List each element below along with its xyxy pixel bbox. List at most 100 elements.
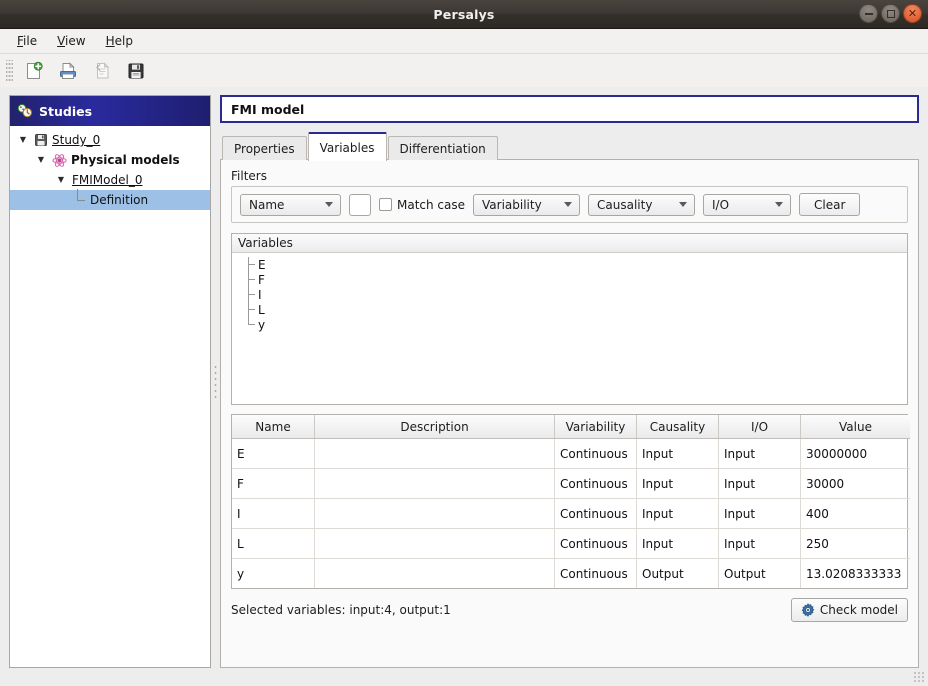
- match-case-checkbox-wrap[interactable]: Match case: [379, 198, 465, 212]
- filter-io-combo-value: I/O: [712, 198, 729, 212]
- variables-tree-item[interactable]: F: [244, 272, 907, 287]
- tab-properties[interactable]: Properties: [222, 136, 307, 160]
- variables-tree-item[interactable]: L: [244, 302, 907, 317]
- tree-item-fmimodel-0[interactable]: ▼ FMIModel_0: [10, 170, 210, 190]
- table-row[interactable]: E Continuous Input Input 30000000: [232, 439, 910, 469]
- gear-icon: [801, 603, 815, 617]
- minimize-button[interactable]: [859, 4, 878, 23]
- variables-tree-item[interactable]: y: [244, 317, 907, 332]
- variables-tree-item[interactable]: E: [244, 257, 907, 272]
- filter-search-input[interactable]: [349, 194, 371, 216]
- toolbar: [0, 54, 928, 89]
- clear-filters-label: Clear: [814, 198, 845, 212]
- cell-io: Input: [719, 499, 801, 529]
- menu-file[interactable]: File: [9, 31, 45, 51]
- filter-field-combo[interactable]: Name: [240, 194, 341, 216]
- column-header-value[interactable]: Value: [801, 415, 911, 439]
- menu-help-mnemonic: H: [106, 34, 115, 48]
- maximize-button[interactable]: [881, 4, 900, 23]
- column-header-variability[interactable]: Variability: [555, 415, 637, 439]
- filter-io-combo[interactable]: I/O: [703, 194, 791, 216]
- tree-line: [244, 287, 258, 302]
- variables-tree-item-label: y: [258, 318, 265, 332]
- tab-properties-label: Properties: [234, 142, 295, 156]
- cell-io: Input: [719, 439, 801, 469]
- variables-tree-list: E F I L y: [232, 253, 907, 332]
- tab-differentiation-label: Differentiation: [400, 142, 486, 156]
- filter-variability-combo[interactable]: Variability: [473, 194, 580, 216]
- tree-item-definition[interactable]: Definition: [10, 190, 210, 210]
- window-title: Persalys: [433, 7, 494, 22]
- column-header-description[interactable]: Description: [315, 415, 555, 439]
- tree-item-study-0[interactable]: ▼ Study_0: [10, 130, 210, 150]
- atom-icon: [52, 153, 67, 168]
- fmimodel-0-twisty[interactable]: ▼: [54, 176, 68, 184]
- tree-line: [244, 302, 258, 317]
- physical-models-twisty[interactable]: ▼: [34, 156, 48, 164]
- menu-help[interactable]: Help: [98, 31, 141, 51]
- cell-variability: Continuous: [555, 529, 637, 559]
- floppy-icon: [34, 133, 48, 147]
- study-0-twisty[interactable]: ▼: [16, 136, 30, 144]
- variables-tree-item-label: E: [258, 258, 266, 272]
- tree-line: [244, 317, 258, 332]
- tree-item-physical-models-label: Physical models: [71, 153, 180, 167]
- table-header-row: Name Description Variability Causality I…: [232, 415, 910, 439]
- menu-file-rest: ile: [23, 34, 37, 48]
- table-row[interactable]: F Continuous Input Input 30000: [232, 469, 910, 499]
- menu-help-rest: elp: [115, 34, 133, 48]
- variables-tree-item-label: F: [258, 273, 265, 287]
- model-panel: FMI model Properties Variables Different…: [220, 95, 919, 668]
- studies-header: Studies: [10, 96, 210, 126]
- cell-value: 400: [801, 499, 911, 529]
- menu-view-mnemonic: V: [57, 34, 65, 48]
- variables-table: Name Description Variability Causality I…: [232, 415, 910, 588]
- variables-tree-header-label: Variables: [238, 236, 293, 250]
- tab-differentiation[interactable]: Differentiation: [388, 136, 498, 160]
- splitter-grip[interactable]: [214, 364, 217, 400]
- cell-value: 13.0208333333: [801, 559, 911, 589]
- window-resize-grip[interactable]: [913, 671, 925, 683]
- open-study-button[interactable]: [52, 56, 84, 86]
- table-row[interactable]: y Continuous Output Output 13.0208333333: [232, 559, 910, 589]
- page-title: FMI model: [220, 95, 919, 123]
- variables-tree-item[interactable]: I: [244, 287, 907, 302]
- import-script-button[interactable]: [86, 56, 118, 86]
- menu-view[interactable]: View: [49, 31, 93, 51]
- cell-description: [315, 499, 555, 529]
- variables-footer: Selected variables: input:4, output:1 Ch…: [231, 598, 908, 622]
- clear-filters-button[interactable]: Clear: [799, 193, 860, 216]
- cell-causality: Input: [637, 469, 719, 499]
- column-header-name[interactable]: Name: [232, 415, 315, 439]
- save-study-button[interactable]: [120, 56, 152, 86]
- cell-causality: Input: [637, 499, 719, 529]
- tab-variables[interactable]: Variables: [308, 132, 387, 161]
- cell-variability: Continuous: [555, 559, 637, 589]
- column-header-io[interactable]: I/O: [719, 415, 801, 439]
- pane-splitter[interactable]: [211, 95, 220, 668]
- column-header-causality[interactable]: Causality: [637, 415, 719, 439]
- close-button[interactable]: ✕: [903, 4, 922, 23]
- variables-tree-box: Variables E F I: [231, 233, 908, 405]
- cell-causality: Input: [637, 529, 719, 559]
- cell-value: 30000: [801, 469, 911, 499]
- new-study-button[interactable]: [18, 56, 50, 86]
- save-study-icon: [126, 61, 146, 81]
- chevron-down-icon: [679, 202, 687, 207]
- studies-tree: ▼ Study_0 ▼: [10, 126, 210, 667]
- check-model-button[interactable]: Check model: [791, 598, 908, 622]
- table-row[interactable]: L Continuous Input Input 250: [232, 529, 910, 559]
- variables-tree-item-label: L: [258, 303, 265, 317]
- filter-causality-combo[interactable]: Causality: [588, 194, 695, 216]
- table-row[interactable]: I Continuous Input Input 400: [232, 499, 910, 529]
- match-case-checkbox[interactable]: [379, 198, 392, 211]
- cell-description: [315, 529, 555, 559]
- filter-field-combo-value: Name: [249, 198, 284, 212]
- toolbar-drag-handle[interactable]: [6, 60, 13, 82]
- check-model-label: Check model: [820, 603, 898, 617]
- tree-item-physical-models[interactable]: ▼ Physical models: [10, 150, 210, 170]
- open-study-icon: [58, 61, 78, 81]
- tree-item-study-0-label: Study_0: [52, 133, 100, 147]
- chevron-down-icon: [564, 202, 572, 207]
- cell-value: 30000000: [801, 439, 911, 469]
